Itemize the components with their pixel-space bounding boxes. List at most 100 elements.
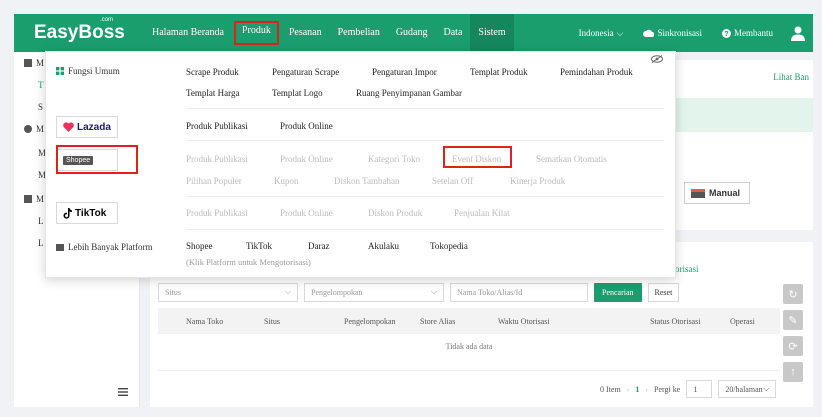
col-nama-toko: Nama Toko <box>186 316 224 326</box>
menu-shopee-kupon[interactable]: Kupon <box>274 176 299 186</box>
menu-collapse-icon[interactable] <box>118 388 128 398</box>
menu-shopee-sematkan-otomatis[interactable]: Sematkan Otomatis <box>536 154 607 164</box>
menu-templat-produk[interactable]: Templat Produk <box>470 67 528 77</box>
nav-gudang[interactable]: Gudang <box>388 14 436 52</box>
divider <box>186 140 664 141</box>
page-number[interactable]: 1 <box>635 385 639 394</box>
sidebar-item[interactable]: M <box>24 58 44 68</box>
menu-shopee-setelan-off[interactable]: Setelan Off <box>432 176 473 186</box>
divider <box>186 229 664 230</box>
sidebar-item[interactable]: T <box>38 80 44 90</box>
chevron-down-icon: ⌵ <box>616 27 624 38</box>
lihat-link[interactable]: Lihat Ban <box>773 72 809 82</box>
situs-select[interactable]: Situs ⌵ <box>158 282 298 302</box>
reload-icon[interactable]: ⟳ <box>783 336 803 356</box>
col-operasi: Operasi <box>730 316 755 326</box>
nav-pembelian[interactable]: Pembelian <box>330 14 388 52</box>
logo[interactable]: EasyBoss .com <box>34 17 144 44</box>
menu-tiktok-diskon-produk[interactable]: Diskon Produk <box>368 208 422 218</box>
menu-shopee-pilihan-populer[interactable]: Pilihan Populer <box>186 176 242 186</box>
sidebar-item[interactable]: L <box>38 216 44 226</box>
menu-pemindahan-produk[interactable]: Pemindahan Produk <box>560 67 633 77</box>
menu-more-tokopedia[interactable]: Tokopedia <box>430 241 468 251</box>
goto-input[interactable]: 1 <box>686 380 713 398</box>
menu-tiktok-produk-online[interactable]: Produk Online <box>280 208 333 218</box>
scroll-top-icon[interactable]: ↑ <box>783 362 803 382</box>
menu-more-daraz[interactable]: Daraz <box>308 241 329 251</box>
nav-sistem[interactable]: Sistem <box>470 14 514 52</box>
nav-data[interactable]: Data <box>436 14 471 52</box>
pagination: 0 Item ‹ 1 › Pergi ke 1 20/halaman ⌵ <box>600 380 777 398</box>
sidebar-item[interactable]: M <box>24 194 44 204</box>
sidebar-item[interactable]: S <box>38 102 43 112</box>
menu-templat-logo[interactable]: Templat Logo <box>272 88 323 98</box>
platform-general[interactable]: Fungsi Umum <box>56 66 120 76</box>
platform-lazada[interactable]: Lazada <box>56 116 118 138</box>
menu-pengaturan-scrape[interactable]: Pengaturan Scrape <box>272 67 339 77</box>
menu-tiktok-produk-publikasi[interactable]: Produk Publikasi <box>186 208 248 218</box>
menu-scrape-produk[interactable]: Scrape Produk <box>186 67 239 77</box>
menu-more-tiktok[interactable]: TikTok <box>246 241 272 251</box>
manual-button[interactable]: Manual <box>684 182 750 204</box>
nav-produk[interactable]: Produk <box>233 21 279 45</box>
menu-shopee-kinerja-produk[interactable]: Kinerja Produk <box>510 176 565 186</box>
floating-tools: ↻ ✎ ⟳ ↑ <box>783 284 803 382</box>
produk-dropdown-menu: Fungsi Umum Lazada Shopee TikTok Lebih B… <box>45 51 676 278</box>
refresh-icon[interactable]: ↻ <box>783 284 803 304</box>
menu-shopee-diskon-tambahan[interactable]: Diskon Tambahan <box>334 176 399 186</box>
grid-icon <box>56 67 64 75</box>
prev-page-icon[interactable]: ‹ <box>627 385 630 394</box>
menu-shopee-produk-publikasi[interactable]: Produk Publikasi <box>186 154 248 164</box>
reset-button[interactable]: Reset <box>647 282 680 302</box>
menu-lazada-produk-publikasi[interactable]: Produk Publikasi <box>186 121 248 131</box>
manual-icon <box>691 188 705 198</box>
help-button[interactable]: ? Membantu <box>712 28 783 38</box>
page-size-select[interactable]: 20/halaman ⌵ <box>718 380 777 398</box>
col-situs: Situs <box>264 316 281 326</box>
search-input[interactable]: Nama Toko/Alias/Id <box>450 282 588 302</box>
eye-icon[interactable] <box>651 55 663 65</box>
menu-ruang-penyimpanan-gambar[interactable]: Ruang Penyimpanan Gambar <box>356 88 462 98</box>
menu-templat-harga[interactable]: Templat Harga <box>186 88 239 98</box>
edit-icon[interactable]: ✎ <box>783 310 803 330</box>
top-bar: EasyBoss .com Halaman Beranda Produk Pesa… <box>14 14 813 52</box>
cloud-icon <box>643 29 655 37</box>
menu-tiktok-penjualan-kilat[interactable]: Penjualan Kilat <box>454 208 510 218</box>
total-count: 0 Item <box>600 384 621 394</box>
platform-tiktok[interactable]: TikTok <box>56 202 118 224</box>
user-icon[interactable] <box>783 26 813 41</box>
sidebar-item[interactable]: L <box>38 238 44 248</box>
highlight-box <box>56 145 138 174</box>
menu-more-akulaku[interactable]: Akulaku <box>368 241 399 251</box>
language-select[interactable]: Indonesia ⌵ <box>569 28 634 39</box>
nav-halaman-beranda[interactable]: Halaman Beranda <box>144 14 232 52</box>
col-store-alias: Store Alias <box>420 316 456 326</box>
menu-shopee-produk-online[interactable]: Produk Online <box>280 154 333 164</box>
menu-lazada-produk-online[interactable]: Produk Online <box>280 121 333 131</box>
platform-more[interactable]: Lebih Banyak Platform <box>56 242 152 252</box>
tiktok-note-icon <box>63 207 72 219</box>
sidebar-item[interactable]: M <box>24 124 44 134</box>
sync-button[interactable]: Sinkronisasi <box>633 28 712 38</box>
svg-text:?: ? <box>724 29 728 38</box>
nav-pesanan[interactable]: Pesanan <box>281 14 330 52</box>
menu-shopee-kategori-toko[interactable]: Kategori Toko <box>368 154 420 164</box>
menu-more-shopee[interactable]: Shopee <box>186 241 213 251</box>
store-icon <box>24 195 32 203</box>
platform-list: Fungsi Umum Lazada Shopee TikTok Lebih B… <box>46 52 174 279</box>
pengelompokan-select[interactable]: Pengelompokan ⌵ <box>304 282 444 302</box>
empty-state: Tidak ada data <box>445 342 493 351</box>
col-waktu-otorisasi: Waktu Otorisasi <box>498 316 550 326</box>
search-button[interactable]: Pencarian <box>594 282 642 302</box>
col-pengelompokan: Pengelompokan <box>344 316 396 326</box>
authorize-hint: (Klik Platform untuk Mengotorisasi) <box>186 257 311 267</box>
chevron-down-icon: ⌵ <box>284 287 291 296</box>
next-page-icon[interactable]: › <box>645 385 648 394</box>
menu-pengaturan-impor[interactable]: Pengaturan Impor <box>372 67 437 77</box>
store-icon <box>56 243 64 251</box>
authorize-link[interactable]: orisasi <box>675 264 699 274</box>
chevron-down-icon: ⌵ <box>763 384 770 393</box>
main-nav: Halaman Beranda Produk Pesanan Pembelian… <box>144 14 514 52</box>
user-group-icon <box>24 125 32 133</box>
divider <box>186 196 664 197</box>
